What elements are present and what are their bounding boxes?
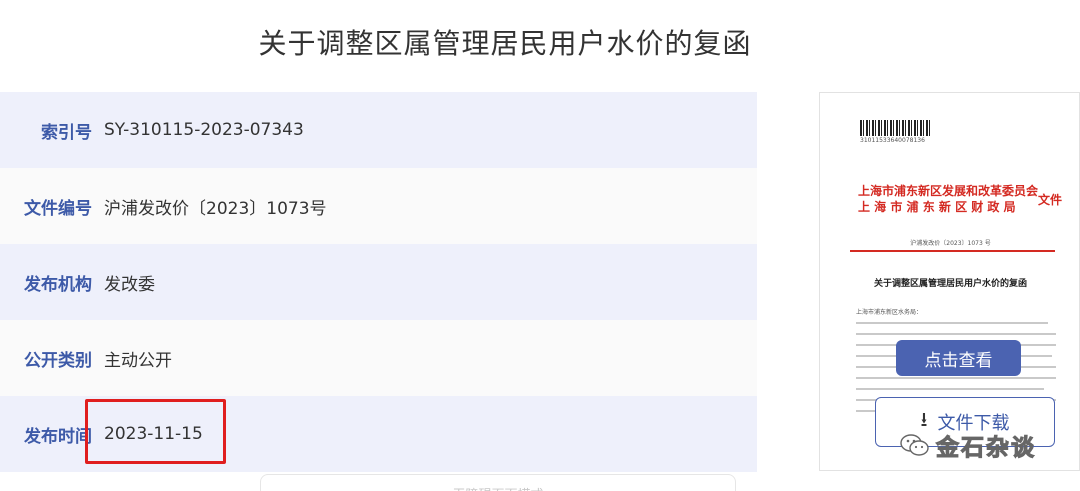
wechat-icon — [900, 434, 929, 456]
page-title: 关于调整区属管理居民用户水价的复函 — [258, 27, 752, 60]
meta-value: 沪浦发改价〔2023〕1073号 — [104, 198, 327, 219]
meta-value: 主动公开 — [104, 350, 172, 371]
date-highlight-box — [85, 399, 226, 464]
org-line-1: 上海市浦东新区发展和改革委员会 — [858, 184, 1039, 198]
meta-label: 索引号 — [41, 122, 92, 143]
meta-row-document-number: 文件编号 沪浦发改价〔2023〕1073号 — [0, 168, 757, 244]
meta-label: 公开类别 — [24, 350, 92, 371]
meta-value: 发改委 — [104, 274, 155, 295]
watermark-text: 金石杂谈 — [936, 435, 1036, 462]
red-divider — [850, 250, 1055, 252]
accessibility-mode-bar[interactable]: 无障碍页面模式 — [260, 474, 736, 491]
meta-row-disclosure-type: 公开类别 主动公开 — [0, 320, 757, 396]
doc-addressee: 上海市浦东新区水务局： — [856, 309, 923, 316]
org-suffix: 文件 — [1038, 193, 1063, 207]
meta-row-index-number: 索引号 SY-310115-2023-07343 — [0, 92, 757, 168]
issuing-organizations: 上海市浦东新区发展和改革委员会 上 海 市 浦 东 新 区 财 政 局 — [858, 183, 1048, 215]
meta-value: SY-310115-2023-07343 — [104, 120, 304, 140]
meta-label: 发布时间 — [24, 426, 92, 447]
doc-subject: 关于调整区属管理居民用户水价的复函 — [873, 279, 1027, 289]
wechat-watermark: 金石杂谈 — [900, 428, 1036, 462]
barcode-icon — [860, 120, 930, 136]
doc-number: 沪浦发改价〔2023〕1073 号 — [910, 240, 991, 247]
barcode-number: 31011533640078136 — [860, 137, 925, 144]
meta-label: 文件编号 — [24, 198, 92, 219]
meta-label: 发布机构 — [24, 274, 92, 295]
meta-row-issuer: 发布机构 发改委 — [0, 244, 757, 320]
view-document-button[interactable]: 点击查看 — [896, 340, 1021, 376]
org-line-2: 上 海 市 浦 东 新 区 财 政 局 — [858, 200, 1016, 214]
